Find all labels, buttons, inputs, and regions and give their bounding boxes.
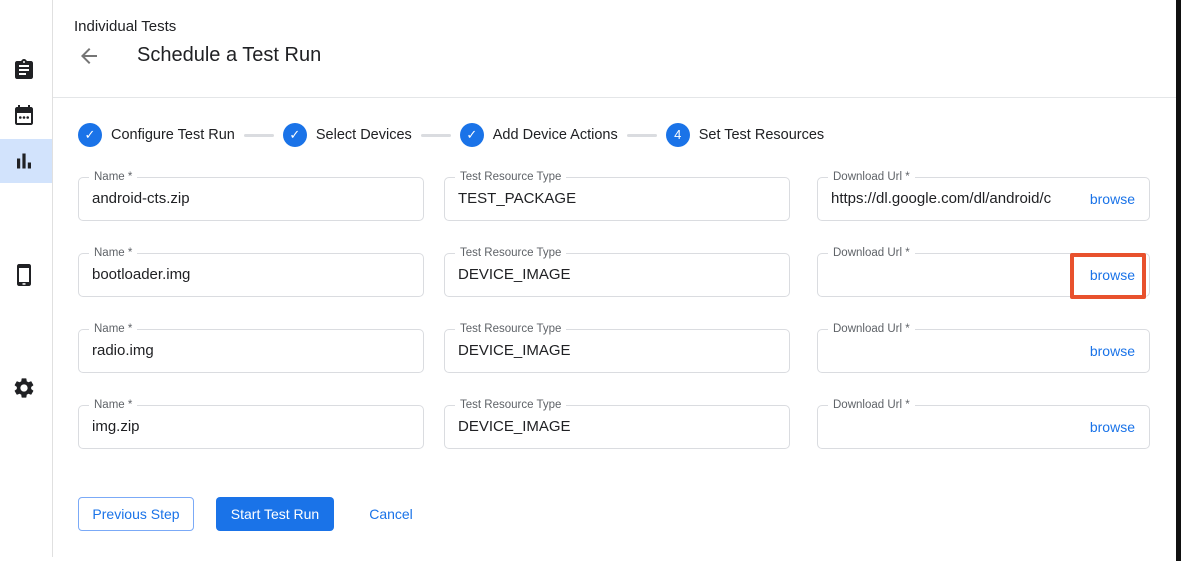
window-right-edge bbox=[1176, 0, 1181, 561]
browse-button[interactable]: browse bbox=[1086, 406, 1149, 448]
download-url-field[interactable]: Download Url * browse bbox=[817, 329, 1150, 373]
download-url-field[interactable]: Download Url * browse bbox=[817, 253, 1150, 297]
sidebar-item-devices[interactable] bbox=[0, 253, 52, 297]
name-field-label: Name * bbox=[89, 399, 137, 412]
name-field[interactable]: Name * img.zip bbox=[78, 405, 424, 449]
step-connector bbox=[244, 134, 274, 137]
browse-button[interactable]: browse bbox=[1086, 330, 1149, 372]
download-url-label: Download Url * bbox=[828, 323, 915, 336]
download-url-field[interactable]: Download Url * https://dl.google.com/dl/… bbox=[817, 177, 1150, 221]
resource-row: Name * img.zip Test Resource Type DEVICE… bbox=[53, 405, 1176, 449]
resource-type-value: DEVICE_IMAGE bbox=[445, 406, 789, 448]
name-field[interactable]: Name * android-cts.zip bbox=[78, 177, 424, 221]
step-label: Select Devices bbox=[316, 127, 412, 143]
step-number: 4 bbox=[666, 123, 690, 147]
stepper: ✓ Configure Test Run ✓ Select Devices ✓ … bbox=[78, 121, 824, 149]
breadcrumb: Individual Tests bbox=[74, 18, 176, 35]
name-field-value: bootloader.img bbox=[79, 254, 423, 296]
name-field[interactable]: Name * bootloader.img bbox=[78, 253, 424, 297]
sidebar-item-test-runs[interactable] bbox=[0, 139, 52, 183]
resource-type-field[interactable]: Test Resource Type DEVICE_IMAGE bbox=[444, 253, 790, 297]
step-set-test-resources[interactable]: 4 Set Test Resources bbox=[666, 123, 824, 147]
resource-row: Name * bootloader.img Test Resource Type… bbox=[53, 253, 1176, 297]
arrow-back-icon bbox=[77, 55, 101, 72]
resource-type-label: Test Resource Type bbox=[455, 399, 566, 412]
step-select-devices[interactable]: ✓ Select Devices bbox=[283, 123, 412, 147]
step-check-icon: ✓ bbox=[78, 123, 102, 147]
step-label: Set Test Resources bbox=[699, 127, 824, 143]
bar-chart-icon bbox=[12, 149, 36, 173]
resource-type-field[interactable]: Test Resource Type DEVICE_IMAGE bbox=[444, 405, 790, 449]
page-title: Schedule a Test Run bbox=[137, 44, 321, 67]
resource-type-label: Test Resource Type bbox=[455, 247, 566, 260]
resource-type-label: Test Resource Type bbox=[455, 171, 566, 184]
resource-row: Name * android-cts.zip Test Resource Typ… bbox=[53, 177, 1176, 221]
download-url-label: Download Url * bbox=[828, 171, 915, 184]
name-field[interactable]: Name * radio.img bbox=[78, 329, 424, 373]
gear-icon bbox=[12, 376, 36, 400]
step-configure-test-run[interactable]: ✓ Configure Test Run bbox=[78, 123, 235, 147]
download-url-label: Download Url * bbox=[828, 247, 915, 260]
sidebar-item-settings[interactable] bbox=[0, 366, 52, 410]
step-check-icon: ✓ bbox=[283, 123, 307, 147]
clipboard-icon bbox=[12, 58, 36, 82]
page-header: Individual Tests Schedule a Test Run bbox=[53, 0, 1176, 98]
step-connector bbox=[627, 134, 657, 137]
name-field-label: Name * bbox=[89, 323, 137, 336]
step-label: Configure Test Run bbox=[111, 127, 235, 143]
browse-button[interactable]: browse bbox=[1086, 178, 1149, 220]
resource-type-label: Test Resource Type bbox=[455, 323, 566, 336]
resource-type-field[interactable]: Test Resource Type TEST_PACKAGE bbox=[444, 177, 790, 221]
name-field-value: img.zip bbox=[79, 406, 423, 448]
main-content: Individual Tests Schedule a Test Run ✓ C… bbox=[53, 0, 1176, 561]
download-url-value: https://dl.google.com/dl/android/c bbox=[818, 178, 1086, 220]
download-url-field[interactable]: Download Url * browse bbox=[817, 405, 1150, 449]
previous-step-button[interactable]: Previous Step bbox=[78, 497, 194, 531]
smartphone-icon bbox=[12, 263, 36, 287]
name-field-value: radio.img bbox=[79, 330, 423, 372]
resource-type-value: TEST_PACKAGE bbox=[445, 178, 789, 220]
step-add-device-actions[interactable]: ✓ Add Device Actions bbox=[460, 123, 618, 147]
calendar-icon bbox=[12, 103, 36, 127]
step-connector bbox=[421, 134, 451, 137]
cancel-button[interactable]: Cancel bbox=[356, 497, 426, 531]
resource-type-value: DEVICE_IMAGE bbox=[445, 330, 789, 372]
sidebar-item-test-plans[interactable] bbox=[0, 93, 52, 137]
start-test-run-button[interactable]: Start Test Run bbox=[216, 497, 334, 531]
name-field-label: Name * bbox=[89, 171, 137, 184]
action-bar: Previous Step Start Test Run Cancel bbox=[53, 497, 1176, 531]
step-check-icon: ✓ bbox=[460, 123, 484, 147]
name-field-value: android-cts.zip bbox=[79, 178, 423, 220]
name-field-label: Name * bbox=[89, 247, 137, 260]
browse-button[interactable]: browse bbox=[1086, 254, 1149, 296]
download-url-label: Download Url * bbox=[828, 399, 915, 412]
back-button[interactable] bbox=[77, 44, 103, 70]
resource-type-field[interactable]: Test Resource Type DEVICE_IMAGE bbox=[444, 329, 790, 373]
step-label: Add Device Actions bbox=[493, 127, 618, 143]
resource-row: Name * radio.img Test Resource Type DEVI… bbox=[53, 329, 1176, 373]
sidebar-item-tests[interactable] bbox=[0, 48, 52, 92]
resource-type-value: DEVICE_IMAGE bbox=[445, 254, 789, 296]
sidebar bbox=[0, 0, 53, 557]
